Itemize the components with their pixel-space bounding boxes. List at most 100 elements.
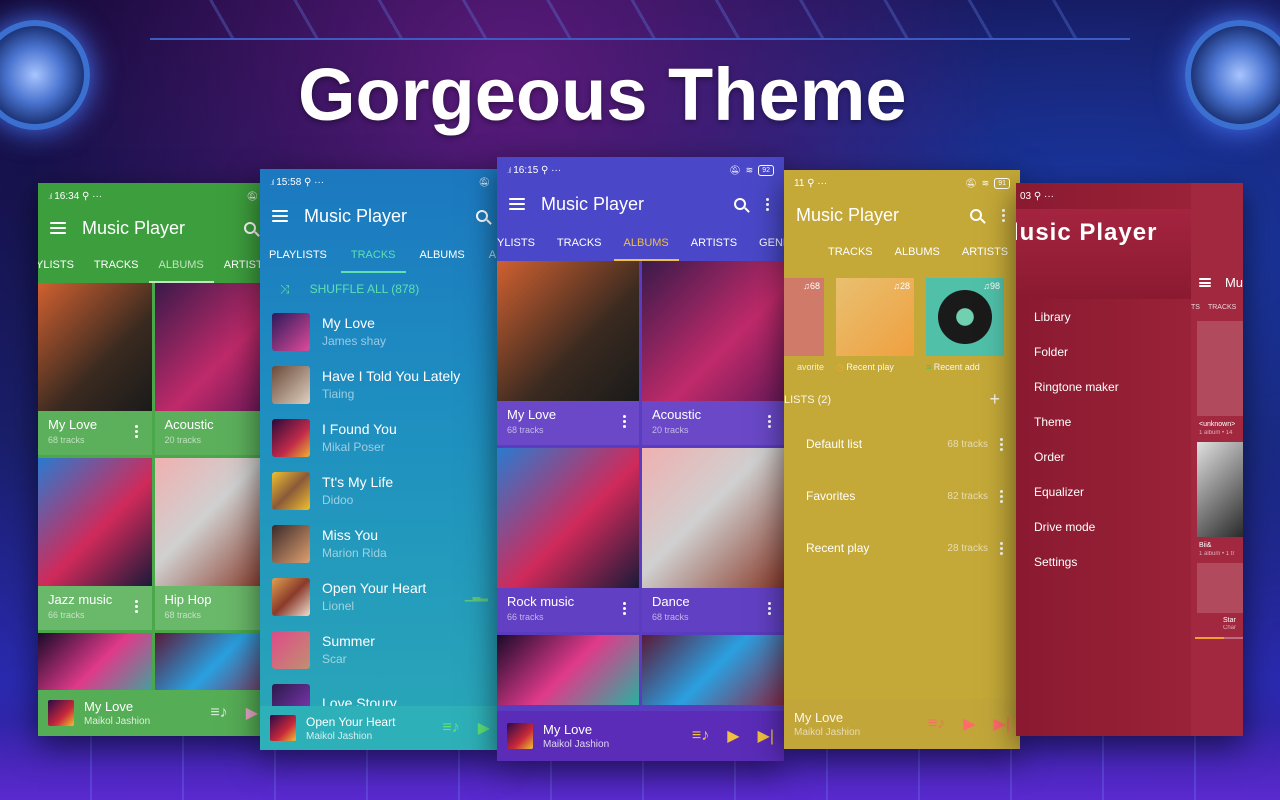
next-icon[interactable]: ▶| [758, 726, 774, 746]
behind-content: Mu TS TRACKS <unknown> 1 album • 14 Bii& … [1191, 183, 1243, 736]
play-icon[interactable]: ▶ [963, 714, 975, 734]
menu-icon[interactable] [272, 210, 288, 222]
next-icon[interactable]: ▶| [994, 714, 1010, 734]
track-row[interactable]: My Love James shay [260, 305, 500, 358]
more-icon[interactable] [132, 600, 142, 613]
tab-albums[interactable]: ALBUMS [895, 234, 940, 270]
track-title: Summer [322, 633, 375, 649]
track-artist: Scar [322, 652, 347, 666]
tab-albums[interactable]: ALBUMS [613, 225, 680, 261]
tab-artists[interactable]: ARTISTS [962, 234, 1008, 270]
playlist-card[interactable]: ♫28 ◷ Recent play [836, 278, 914, 373]
shuffle-all-button[interactable]: ⤨ SHUFFLE ALL (878) [260, 273, 500, 305]
progress-bar[interactable] [1195, 637, 1243, 639]
track-row[interactable]: Open Your Heart Lionel ▁▃▂ [260, 570, 500, 623]
now-playing-bar[interactable]: My Love Maikol Jashion ≡♪ ▶ [38, 690, 268, 736]
mute-icon: 🔕︎ [729, 164, 741, 175]
album-tile[interactable]: My Love 68 tracks [497, 261, 639, 445]
spotlight-left [0, 20, 90, 130]
play-icon[interactable]: ▶ [478, 718, 490, 738]
album-tile[interactable]: Jazz music 66 tracks [38, 458, 152, 630]
more-icon[interactable] [764, 602, 774, 615]
play-icon[interactable]: ▶ [727, 726, 739, 746]
search-icon[interactable] [244, 222, 256, 234]
tab-tracks[interactable]: TRACKS [94, 247, 139, 283]
playlists-count-label: LISTS (2) [784, 393, 832, 406]
now-playing-bar[interactable]: Open Your Heart Maikol Jashion ≡♪ ▶ [260, 706, 500, 750]
tab-playlists[interactable]: PLAYLISTS [269, 237, 327, 273]
playlist-count: 28 tracks [947, 542, 988, 554]
drawer-item-ringtone-maker[interactable]: Ringtone maker [1016, 369, 1191, 404]
track-row[interactable]: Miss You Marion Rida [260, 517, 500, 570]
queue-icon[interactable]: ≡♪ [210, 704, 227, 722]
search-icon[interactable] [970, 209, 982, 221]
list-add-icon: ≡ [926, 362, 932, 372]
menu-icon[interactable] [509, 198, 525, 210]
track-row[interactable]: Summer Scar [260, 623, 500, 676]
tab-genres[interactable]: GENRE [759, 225, 784, 261]
more-icon[interactable] [619, 602, 629, 615]
queue-icon[interactable]: ≡♪ [928, 715, 945, 733]
menu-icon[interactable] [1199, 278, 1211, 287]
album-count: 66 tracks [507, 612, 544, 622]
album-tile[interactable]: Dance 68 tracks [642, 448, 784, 632]
album-count: 68 tracks [652, 612, 689, 622]
headline: Gorgeous Theme [298, 53, 907, 136]
queue-icon[interactable]: ≡♪ [442, 719, 459, 737]
album-title: Hip Hop [164, 592, 212, 607]
tab-playlists[interactable]: YLISTS [497, 225, 535, 261]
album-tile[interactable]: My Love 68 tracks [38, 283, 152, 455]
drawer-item-settings[interactable]: Settings [1016, 544, 1191, 579]
now-playing-artist: Maikol Jashion [306, 730, 373, 742]
tab-artists[interactable]: ARTISTS [691, 225, 737, 261]
add-playlist-icon[interactable]: + [989, 389, 1000, 410]
tab-tracks[interactable]: TRACKS [557, 225, 602, 261]
tab-playlists[interactable]: YLISTS [38, 247, 74, 283]
more-options-icon[interactable] [762, 197, 772, 211]
tab-tracks[interactable]: TRACKS [340, 237, 406, 273]
tab-albums[interactable]: ALBUMS [148, 247, 215, 283]
drawer-item-folder[interactable]: Folder [1016, 334, 1191, 369]
playlist-row[interactable]: Default list 68 tracks [784, 418, 1020, 470]
search-icon[interactable] [734, 198, 746, 210]
more-icon[interactable] [996, 489, 1006, 503]
more-icon[interactable] [996, 437, 1006, 451]
menu-icon[interactable] [50, 222, 66, 234]
track-row[interactable]: Tt's My Life Didoo [260, 464, 500, 517]
drawer-item-drive-mode[interactable]: Drive mode [1016, 509, 1191, 544]
track-row[interactable]: Have I Told You Lately Tiaing [260, 358, 500, 411]
play-icon[interactable]: ▶ [246, 703, 258, 723]
search-icon[interactable] [476, 210, 488, 222]
drawer-item-equalizer[interactable]: Equalizer [1016, 474, 1191, 509]
track-artist: Mikal Poser [322, 440, 385, 454]
tab-artists[interactable]: TS [1191, 304, 1200, 311]
more-icon[interactable] [996, 541, 1006, 555]
playlist-row[interactable]: Favorites 82 tracks [784, 470, 1020, 522]
playlist-card[interactable]: ♫98 ≡ Recent add [926, 278, 1004, 373]
playlist-card[interactable]: ♫68 avorite [784, 278, 824, 373]
album-title: Dance [652, 594, 690, 609]
album-tile[interactable]: Hip Hop 68 tracks [154, 458, 268, 630]
album-tile[interactable]: Rock music 66 tracks [497, 448, 639, 632]
now-playing-bar[interactable]: My Love Maikol Jashion ≡♪ ▶ ▶| [784, 699, 1020, 749]
drawer-item-theme[interactable]: Theme [1016, 404, 1191, 439]
more-options-icon[interactable] [998, 208, 1008, 222]
drawer-item-library[interactable]: Library [1016, 299, 1191, 334]
tab-tracks[interactable]: TRACKS [1208, 304, 1236, 311]
tab-albums[interactable]: ALBUMS [420, 237, 465, 273]
more-icon[interactable] [619, 415, 629, 428]
drawer-item-order[interactable]: Order [1016, 439, 1191, 474]
tab-tracks[interactable]: TRACKS [828, 234, 873, 270]
playlist-row[interactable]: Recent play 28 tracks [784, 522, 1020, 574]
now-playing-bar[interactable]: My Love Maikol Jashion ≡♪ ▶ ▶| [497, 711, 784, 761]
track-row[interactable]: I Found You Mikal Poser [260, 411, 500, 464]
album-tile[interactable]: Acoustic 20 tracks [642, 261, 784, 445]
more-icon[interactable] [764, 415, 774, 428]
now-playing-artist: Maikol Jashion [794, 727, 861, 738]
app-title: Music Player [82, 217, 186, 238]
album-tile[interactable]: Acoustic 20 tracks [154, 283, 268, 455]
card-count: 28 [899, 281, 910, 291]
queue-icon[interactable]: ≡♪ [692, 727, 709, 745]
phone-blue-theme: .ıl 15:58 ⚲ ··· 🔕︎ Music Player PLAYLISTS… [260, 169, 500, 750]
more-icon[interactable] [132, 425, 142, 438]
